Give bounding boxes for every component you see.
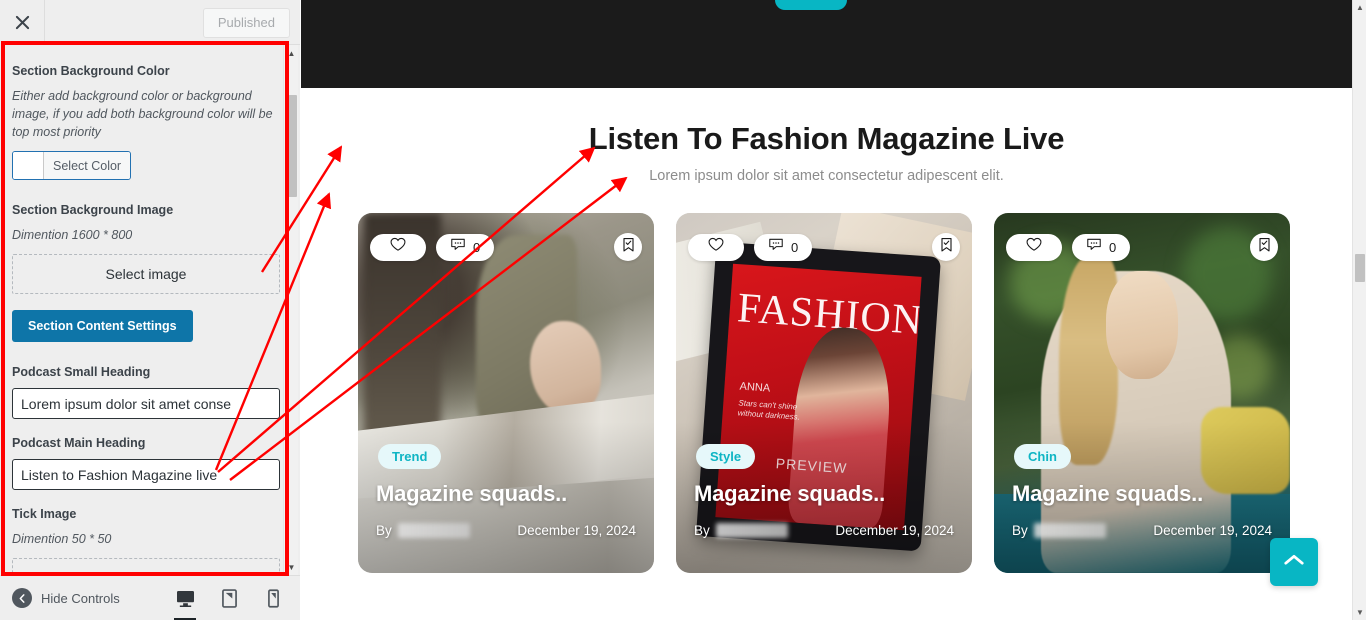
bookmark-button[interactable]: [614, 233, 642, 261]
select-color-button[interactable]: Select Color: [12, 151, 132, 180]
comment-icon: [768, 237, 784, 257]
chevron-left-icon: [12, 588, 32, 608]
card-by-label: By: [1012, 523, 1028, 538]
page-subtitle: Lorem ipsum dolor sit amet consectetur a…: [649, 168, 1004, 184]
scroll-to-top-button[interactable]: [1270, 538, 1318, 586]
desktop-preview-button[interactable]: [172, 585, 198, 620]
customizer-sidebar: Published Section Background Color Eithe…: [0, 0, 300, 620]
tablet-preview-button[interactable]: [216, 585, 242, 611]
publish-button[interactable]: Published: [202, 8, 290, 38]
like-button[interactable]: [688, 233, 744, 261]
heart-icon: [390, 237, 406, 257]
bookmark-check-icon: [621, 237, 636, 258]
card-author-name: [1033, 523, 1106, 538]
card-title[interactable]: Magazine squads..: [376, 481, 567, 507]
card-date: December 19, 2024: [517, 523, 636, 538]
card-item[interactable]: 0 Chin Magazine squads.. By December 19,…: [994, 213, 1290, 573]
card-meta: By December 19, 2024: [1012, 523, 1272, 538]
podcast-main-heading-label: Podcast Main Heading: [12, 436, 146, 450]
card-title[interactable]: Magazine squads..: [1012, 481, 1203, 507]
customizer-footer: Hide Controls: [0, 575, 300, 620]
hide-controls-label: Hide Controls: [41, 590, 120, 606]
preview-scroll-up-icon[interactable]: ▲: [1353, 0, 1366, 15]
tick-image-select-button[interactable]: [12, 558, 280, 575]
device-preview-switcher: [172, 585, 300, 620]
heart-icon: [708, 237, 724, 257]
comment-count: 0: [791, 239, 799, 255]
podcast-small-heading-label: Podcast Small Heading: [12, 365, 151, 379]
comment-button[interactable]: 0: [754, 233, 813, 261]
comment-count: 0: [473, 239, 481, 255]
preview-dark-band: [301, 0, 1352, 88]
select-image-button[interactable]: Select image: [12, 254, 280, 294]
comment-icon: [1086, 237, 1102, 257]
preview-scrollbar-thumb[interactable]: [1355, 254, 1365, 282]
magazine-quote: Stars can't shine without darkness.: [737, 398, 800, 422]
card-item[interactable]: 0 Trend Magazine squads.. By December 19…: [358, 213, 654, 573]
card-actions: 0: [370, 233, 642, 261]
card-actions: 0: [688, 233, 960, 261]
card-by-label: By: [694, 523, 710, 538]
bookmark-check-icon: [939, 237, 954, 258]
preview-scroll-down-icon[interactable]: ▼: [1353, 605, 1366, 620]
page-title: Listen To Fashion Magazine Live: [588, 121, 1065, 156]
podcast-main-heading-input[interactable]: [12, 459, 280, 490]
customizer-header: Published: [0, 0, 300, 45]
chevron-up-icon: [1283, 553, 1305, 572]
comment-button[interactable]: 0: [1072, 233, 1131, 261]
bookmark-button[interactable]: [1250, 233, 1278, 261]
section-background-color-label: Section Background Color: [12, 64, 170, 78]
screen: Published Section Background Color Eithe…: [0, 0, 1366, 620]
customizer-scrollbar-thumb[interactable]: [286, 95, 297, 197]
card-author-name: [397, 523, 470, 538]
like-button[interactable]: [370, 233, 426, 261]
section-background-image-dimension: Dimention 1600 * 800: [12, 228, 133, 242]
preview-teal-pill: [775, 0, 847, 10]
comment-icon: [450, 237, 466, 257]
podcast-section-header: Listen To Fashion Magazine Live Lorem ip…: [301, 120, 1352, 186]
card-author-name: [715, 523, 788, 538]
card-meta: By December 19, 2024: [694, 523, 954, 538]
card-actions: 0: [1006, 233, 1278, 261]
comment-button[interactable]: 0: [436, 233, 495, 261]
scroll-down-arrow-icon[interactable]: ▼: [284, 559, 299, 575]
preview-scrollbar[interactable]: ▲ ▼: [1352, 0, 1366, 620]
tick-image-dimension: Dimention 50 * 50: [12, 532, 112, 546]
site-preview: Listen To Fashion Magazine Live Lorem ip…: [301, 0, 1366, 620]
magazine-model-name: ANNA: [738, 380, 771, 396]
section-background-image-label: Section Background Image: [12, 203, 174, 217]
close-icon[interactable]: [0, 0, 45, 45]
hide-controls-button[interactable]: Hide Controls: [0, 588, 120, 608]
bookmark-button[interactable]: [932, 233, 960, 261]
section-background-color-description: Either add background color or backgroun…: [12, 89, 273, 139]
card-date: December 19, 2024: [1153, 523, 1272, 538]
card-category-tag[interactable]: Chin: [1014, 444, 1071, 469]
scroll-up-arrow-icon[interactable]: ▲: [284, 45, 299, 61]
like-button[interactable]: [1006, 233, 1062, 261]
card-grid: 0 Trend Magazine squads.. By December 19…: [358, 213, 1290, 573]
card-date: December 19, 2024: [835, 523, 954, 538]
card-item[interactable]: FASHION ANNA Stars can't shine without d…: [676, 213, 972, 573]
customizer-scrollbar[interactable]: ▲ ▼: [283, 45, 298, 575]
bookmark-check-icon: [1257, 237, 1272, 258]
section-content-settings-button[interactable]: Section Content Settings: [12, 310, 193, 342]
tick-image-label: Tick Image: [12, 507, 77, 521]
card-by-label: By: [376, 523, 392, 538]
comment-count: 0: [1109, 239, 1117, 255]
card-category-tag[interactable]: Trend: [378, 444, 442, 469]
customizer-panel-body: Section Background Color Either add back…: [0, 45, 300, 575]
select-color-label: Select Color: [44, 152, 131, 179]
card-category-tag[interactable]: Style: [696, 444, 756, 469]
mobile-preview-button[interactable]: [260, 585, 286, 611]
heart-icon: [1026, 237, 1042, 257]
color-swatch: [13, 152, 44, 179]
customizer-controls: Section Background Color Either add back…: [0, 45, 292, 575]
card-title[interactable]: Magazine squads..: [694, 481, 885, 507]
card-meta: By December 19, 2024: [376, 523, 636, 538]
podcast-small-heading-input[interactable]: [12, 388, 280, 419]
